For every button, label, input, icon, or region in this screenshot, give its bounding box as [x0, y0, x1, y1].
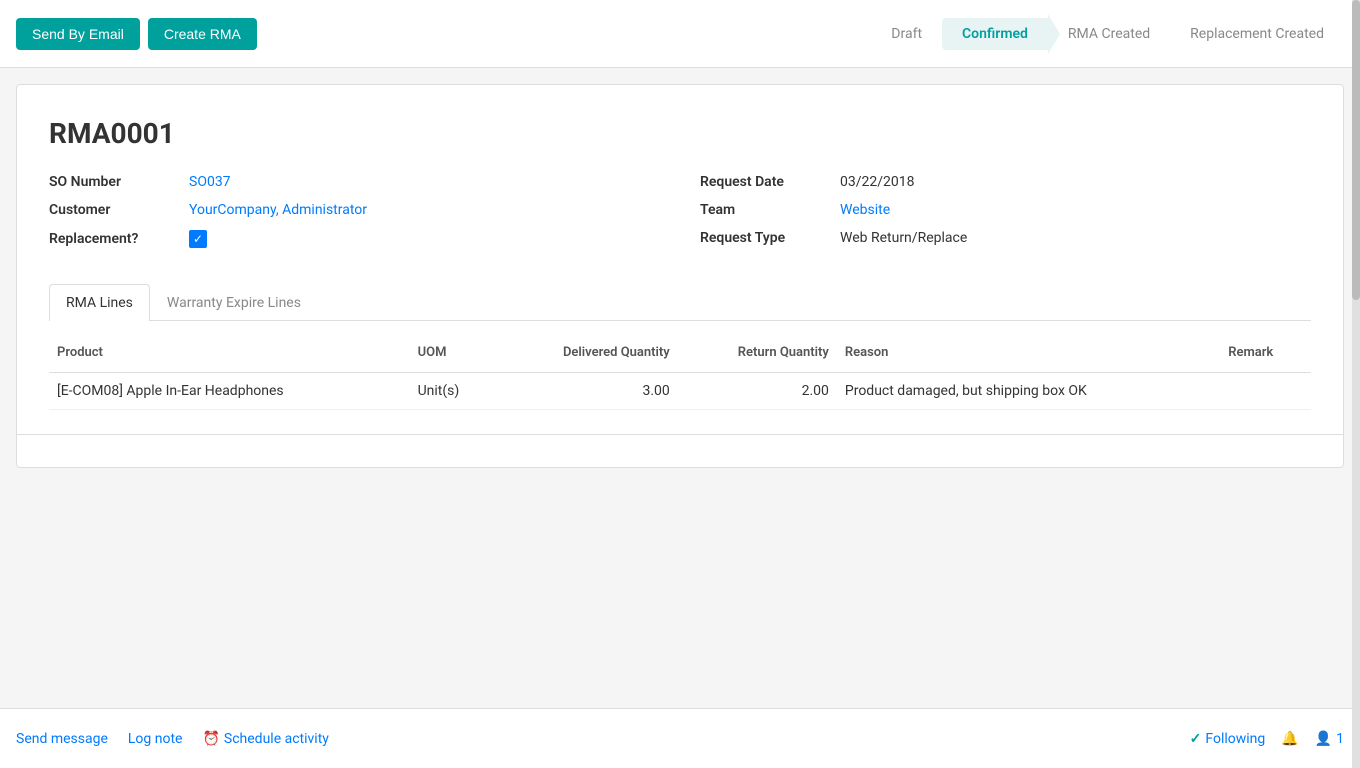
cell-uom: Unit(s) [410, 373, 496, 410]
col-header-remark: Remark [1220, 337, 1311, 373]
schedule-activity-link[interactable]: ⏰ Schedule activity [202, 731, 328, 747]
field-label-request_date: Request Date [700, 174, 840, 190]
field-value-replacement[interactable]: ✓ [189, 230, 207, 248]
fields-right: Request Date03/22/2018TeamWebsiteRequest… [700, 174, 1311, 260]
divider [17, 434, 1343, 435]
bottom-bar-left: Send message Log note ⏰ Schedule activit… [16, 731, 329, 747]
fields-grid: SO NumberSO037CustomerYourCompany, Admin… [49, 174, 1311, 260]
cell-reason: Product damaged, but shipping box OK [837, 373, 1220, 410]
field-value-customer[interactable]: YourCompany, Administrator [189, 202, 367, 218]
field-label-request_type: Request Type [700, 230, 840, 246]
fields-left: SO NumberSO037CustomerYourCompany, Admin… [49, 174, 660, 260]
scrollbar-thumb [1352, 0, 1360, 300]
record-title: RMA0001 [49, 117, 1311, 150]
send-message-link[interactable]: Send message [16, 731, 108, 747]
field-value-team[interactable]: Website [840, 202, 890, 218]
following-label: Following [1205, 731, 1265, 747]
toolbar-left: Send By Email Create RMA [16, 18, 257, 50]
field-row-team: TeamWebsite [700, 202, 1311, 218]
form-card: RMA0001 SO NumberSO037CustomerYourCompan… [16, 84, 1344, 468]
field-label-replacement: Replacement? [49, 231, 189, 247]
cell-remark [1220, 373, 1311, 410]
field-value-so_number[interactable]: SO037 [189, 174, 231, 190]
bottom-bar: Send message Log note ⏰ Schedule activit… [0, 708, 1360, 768]
tabs-container: RMA LinesWarranty Expire Lines [49, 284, 1311, 321]
field-row-so_number: SO NumberSO037 [49, 174, 660, 190]
toolbar: Send By Email Create RMA DraftConfirmedR… [0, 0, 1360, 68]
followers-count-value: 1 [1336, 731, 1344, 747]
field-value-request_date: 03/22/2018 [840, 174, 915, 190]
check-icon: ✓ [1190, 731, 1202, 747]
field-row-customer: CustomerYourCompany, Administrator [49, 202, 660, 218]
col-header-uom: UOM [410, 337, 496, 373]
status-step-draft[interactable]: Draft [871, 18, 942, 50]
field-row-replacement: Replacement?✓ [49, 230, 660, 248]
field-row-request_type: Request TypeWeb Return/Replace [700, 230, 1311, 246]
following-button[interactable]: ✓ Following [1190, 731, 1266, 747]
status-step-rma_created[interactable]: RMA Created [1048, 18, 1170, 50]
clock-icon: ⏰ [202, 731, 219, 747]
field-value-request_type: Web Return/Replace [840, 230, 967, 246]
checkbox-replacement[interactable]: ✓ [189, 230, 207, 248]
create-rma-button[interactable]: Create RMA [148, 18, 257, 50]
bell-icon[interactable]: 🔔 [1281, 731, 1298, 747]
scrollbar[interactable] [1352, 0, 1360, 768]
table-row[interactable]: [E-COM08] Apple In-Ear HeadphonesUnit(s)… [49, 373, 1311, 410]
person-icon: 👤 [1315, 731, 1332, 747]
status-step-confirmed[interactable]: Confirmed [942, 18, 1048, 50]
cell-product: [E-COM08] Apple In-Ear Headphones [49, 373, 410, 410]
field-label-team: Team [700, 202, 840, 218]
schedule-activity-label: Schedule activity [224, 731, 329, 747]
field-label-so_number: SO Number [49, 174, 189, 190]
col-header-reason: Reason [837, 337, 1220, 373]
status-step-replacement_created[interactable]: Replacement Created [1170, 18, 1344, 50]
status-bar: DraftConfirmedRMA CreatedReplacement Cre… [871, 18, 1344, 50]
log-note-link[interactable]: Log note [128, 731, 183, 747]
rma-lines-table: ProductUOMDelivered QuantityReturn Quant… [49, 337, 1311, 410]
tab-warranty_expire_lines[interactable]: Warranty Expire Lines [150, 284, 318, 321]
cell-return_quantity: 2.00 [678, 373, 837, 410]
field-row-request_date: Request Date03/22/2018 [700, 174, 1311, 190]
col-header-product: Product [49, 337, 410, 373]
col-header-return_quantity: Return Quantity [678, 337, 837, 373]
bottom-bar-right: ✓ Following 🔔 👤 1 [1190, 731, 1344, 747]
send-by-email-button[interactable]: Send By Email [16, 18, 140, 50]
tab-rma_lines[interactable]: RMA Lines [49, 284, 150, 321]
cell-delivered_quantity: 3.00 [495, 373, 677, 410]
main-content: RMA0001 SO NumberSO037CustomerYourCompan… [0, 68, 1360, 708]
field-label-customer: Customer [49, 202, 189, 218]
col-header-delivered_quantity: Delivered Quantity [495, 337, 677, 373]
followers-count-button[interactable]: 👤 1 [1315, 731, 1344, 747]
